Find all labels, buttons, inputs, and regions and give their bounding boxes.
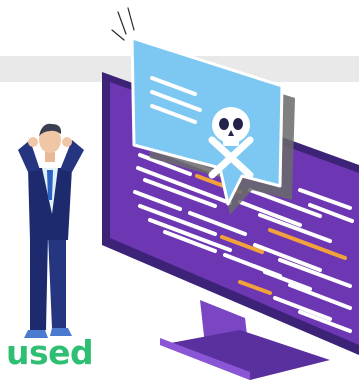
alert-burst-lines xyxy=(111,7,135,41)
caption-text: used xyxy=(6,333,94,372)
hacked-monitor-illustration xyxy=(18,7,359,380)
confused-man-illustration xyxy=(18,123,84,338)
